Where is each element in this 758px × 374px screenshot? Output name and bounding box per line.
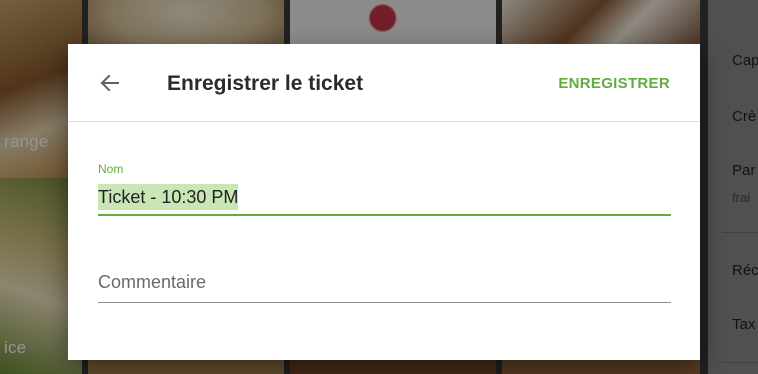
name-field-underline: [98, 214, 671, 216]
dialog-header: Enregistrer le ticket ENREGISTRER: [68, 44, 700, 122]
name-field-label: Nom: [98, 162, 124, 176]
save-button[interactable]: ENREGISTRER: [558, 75, 670, 92]
name-field[interactable]: Ticket - 10:30 PM: [98, 184, 671, 214]
save-ticket-dialog: Enregistrer le ticket ENREGISTRER Nom Ti…: [68, 44, 700, 360]
back-button[interactable]: [94, 68, 124, 98]
arrow-left-icon: [100, 74, 119, 92]
name-field-value[interactable]: Ticket - 10:30 PM: [98, 184, 239, 210]
comment-field-underline: [98, 302, 671, 303]
comment-field[interactable]: Commentaire: [98, 272, 206, 293]
app-screen: range ice Cap Crè Par frai Réc Tax Enreg…: [0, 0, 758, 374]
dialog-title: Enregistrer le ticket: [167, 72, 364, 95]
